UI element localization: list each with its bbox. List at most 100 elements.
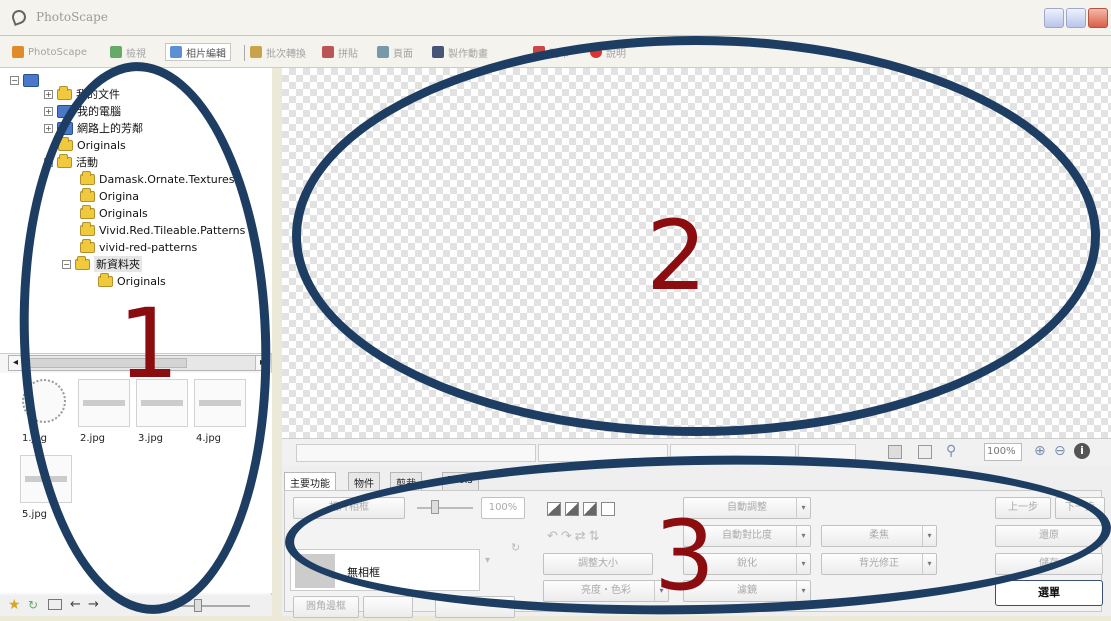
- title-bar: PhotoScape: [0, 0, 1111, 36]
- maximize-button[interactable]: [1066, 8, 1086, 28]
- dropdown-arrow-icon[interactable]: ▾: [796, 526, 810, 546]
- dropdown-arrow-icon[interactable]: ▾: [922, 554, 936, 574]
- expand-icon[interactable]: +: [44, 123, 53, 133]
- tree-item[interactable]: + 我的電腦: [44, 103, 121, 119]
- scroll-right-icon[interactable]: ▸: [255, 356, 269, 370]
- tree-item[interactable]: Originals: [98, 272, 166, 289]
- sharpen-button[interactable]: 銳化 ▾: [683, 553, 811, 575]
- edit-panel-body: 相片相框 100% 無相框 ▾ ↻ 圓角邊框 ↶↷⇄⇅ 調整大小 亮度・色彩 ▾ …: [284, 490, 1105, 618]
- tab-photoscape[interactable]: PhotoScape: [12, 43, 87, 61]
- tree-item[interactable]: Vivid.Red.Tileable.Patterns: [80, 221, 245, 238]
- zoom-tool-icon[interactable]: ⚲: [946, 443, 956, 459]
- folder-icon: [80, 238, 95, 253]
- zoom-input[interactable]: 100%: [984, 443, 1022, 461]
- forward-arrow-icon[interactable]: →: [88, 597, 99, 612]
- tab-home[interactable]: 主要功能: [284, 472, 336, 491]
- round-corner-button[interactable]: 圓角邊框: [293, 596, 359, 618]
- collapse-icon[interactable]: −: [10, 75, 19, 85]
- redo-button[interactable]: 下一步: [1055, 497, 1105, 519]
- flip-icon[interactable]: [601, 502, 615, 516]
- menu-button[interactable]: 選單: [995, 580, 1103, 606]
- auto-contrast-button[interactable]: 自動對比度 ▾: [683, 525, 811, 547]
- backlight-button[interactable]: 背光修正 ▾: [821, 553, 937, 575]
- tree-item[interactable]: Damask.Ornate.Textures: [80, 170, 235, 187]
- zoom-in-icon[interactable]: ⊕: [1034, 443, 1046, 459]
- collapse-icon[interactable]: −: [62, 259, 71, 269]
- tree-root[interactable]: −: [10, 72, 39, 88]
- viewer-icon: [110, 46, 122, 58]
- tree-horizontal-scrollbar[interactable]: ◂ ▸: [8, 355, 270, 371]
- tab-help[interactable]: 說明: [590, 43, 626, 61]
- expand-icon[interactable]: +: [44, 89, 53, 99]
- image-canvas[interactable]: [282, 68, 1111, 438]
- fit-window-icon[interactable]: [888, 445, 902, 459]
- tree-item[interactable]: + 我的文件: [44, 85, 120, 102]
- dropdown-arrow-icon[interactable]: ▾: [796, 498, 810, 518]
- photo-frame-button[interactable]: 相片相框: [293, 497, 405, 519]
- tree-item[interactable]: − 活動: [44, 153, 98, 170]
- frame-percent-field[interactable]: 100%: [481, 497, 525, 519]
- auto-level-button[interactable]: 自動調整 ▾: [683, 497, 811, 519]
- zoom-out-icon[interactable]: ⊖: [1054, 443, 1066, 459]
- tab-viewer[interactable]: 檢視: [110, 43, 146, 61]
- dropdown-arrow-icon[interactable]: ▾: [654, 581, 668, 601]
- tab-collage[interactable]: 拼貼: [322, 43, 358, 61]
- resize-button[interactable]: 調整大小: [543, 553, 653, 575]
- tab-crop[interactable]: 剪裁: [390, 472, 422, 491]
- tree-item-selected[interactable]: − 新資料夾: [62, 255, 142, 272]
- dropdown-arrow-icon[interactable]: ▾: [796, 554, 810, 574]
- info-icon[interactable]: i: [1074, 443, 1090, 459]
- tab-animation[interactable]: 製作動畫: [432, 43, 488, 61]
- actual-size-icon[interactable]: [918, 445, 932, 459]
- toolbar-divider: [244, 45, 245, 61]
- scroll-thumb[interactable]: [27, 358, 187, 368]
- tree-item[interactable]: Origina: [80, 187, 139, 204]
- thumbnail-image[interactable]: [22, 379, 66, 423]
- expand-icon[interactable]: +: [44, 106, 53, 116]
- folder-view-icon[interactable]: [48, 599, 62, 610]
- scroll-left-icon[interactable]: ◂: [9, 356, 23, 370]
- margin-button[interactable]: [363, 596, 413, 618]
- slider-handle[interactable]: [194, 599, 202, 612]
- tree-item[interactable]: + 網路上的芳鄰: [44, 120, 143, 136]
- tab-editor[interactable]: 相片編輯: [165, 43, 231, 61]
- flip-icon[interactable]: [547, 502, 561, 516]
- rotate-icons[interactable]: ↶↷⇄⇅: [547, 529, 603, 544]
- bloom-button[interactable]: 柔焦 ▾: [821, 525, 937, 547]
- thumbnail-image[interactable]: [78, 379, 130, 427]
- flip-icon[interactable]: [565, 502, 579, 516]
- thumbnail-size-slider[interactable]: [172, 605, 250, 607]
- tab-object[interactable]: 物件: [348, 472, 380, 491]
- flip-icon[interactable]: [583, 502, 597, 516]
- back-arrow-icon[interactable]: ←: [70, 597, 81, 612]
- tab-batch[interactable]: 批次轉換: [250, 43, 306, 61]
- tab-print[interactable]: 列印: [533, 43, 569, 61]
- shadow-button[interactable]: [435, 596, 515, 618]
- dropdown-arrow-icon[interactable]: ▾: [922, 526, 936, 546]
- undo-button[interactable]: 上一步: [995, 497, 1051, 519]
- tree-item[interactable]: Originals: [58, 136, 126, 153]
- tree-item[interactable]: Originals: [80, 204, 148, 221]
- filter-button[interactable]: 濾鏡 ▾: [683, 580, 811, 602]
- thumbnail-image[interactable]: [194, 379, 246, 427]
- tree-item[interactable]: vivid-red-patterns: [80, 238, 197, 255]
- frame-dropdown-icon[interactable]: ▾: [485, 555, 490, 566]
- brightness-button[interactable]: 亮度・色彩 ▾: [543, 580, 669, 602]
- collapse-icon[interactable]: −: [44, 157, 53, 167]
- tab-page[interactable]: 頁面: [377, 43, 413, 61]
- save-button[interactable]: 儲存: [995, 553, 1103, 575]
- star-icon[interactable]: ★: [8, 597, 21, 613]
- slider-handle[interactable]: [431, 500, 439, 514]
- frame-selector[interactable]: 無相框: [290, 549, 480, 591]
- desktop-icon: [23, 73, 39, 87]
- minimize-button[interactable]: [1044, 8, 1064, 28]
- close-button[interactable]: [1088, 8, 1108, 28]
- restore-button[interactable]: 還原: [995, 525, 1103, 547]
- thumbnail-image[interactable]: [136, 379, 188, 427]
- tab-tools[interactable]: Tools: [442, 472, 479, 491]
- refresh-icon[interactable]: ↻: [28, 598, 38, 612]
- dropdown-arrow-icon[interactable]: ▾: [796, 581, 810, 601]
- frame-rotate-icon[interactable]: ↻: [511, 541, 520, 554]
- thumbnail-image[interactable]: [20, 455, 72, 503]
- frame-size-slider[interactable]: [417, 507, 473, 509]
